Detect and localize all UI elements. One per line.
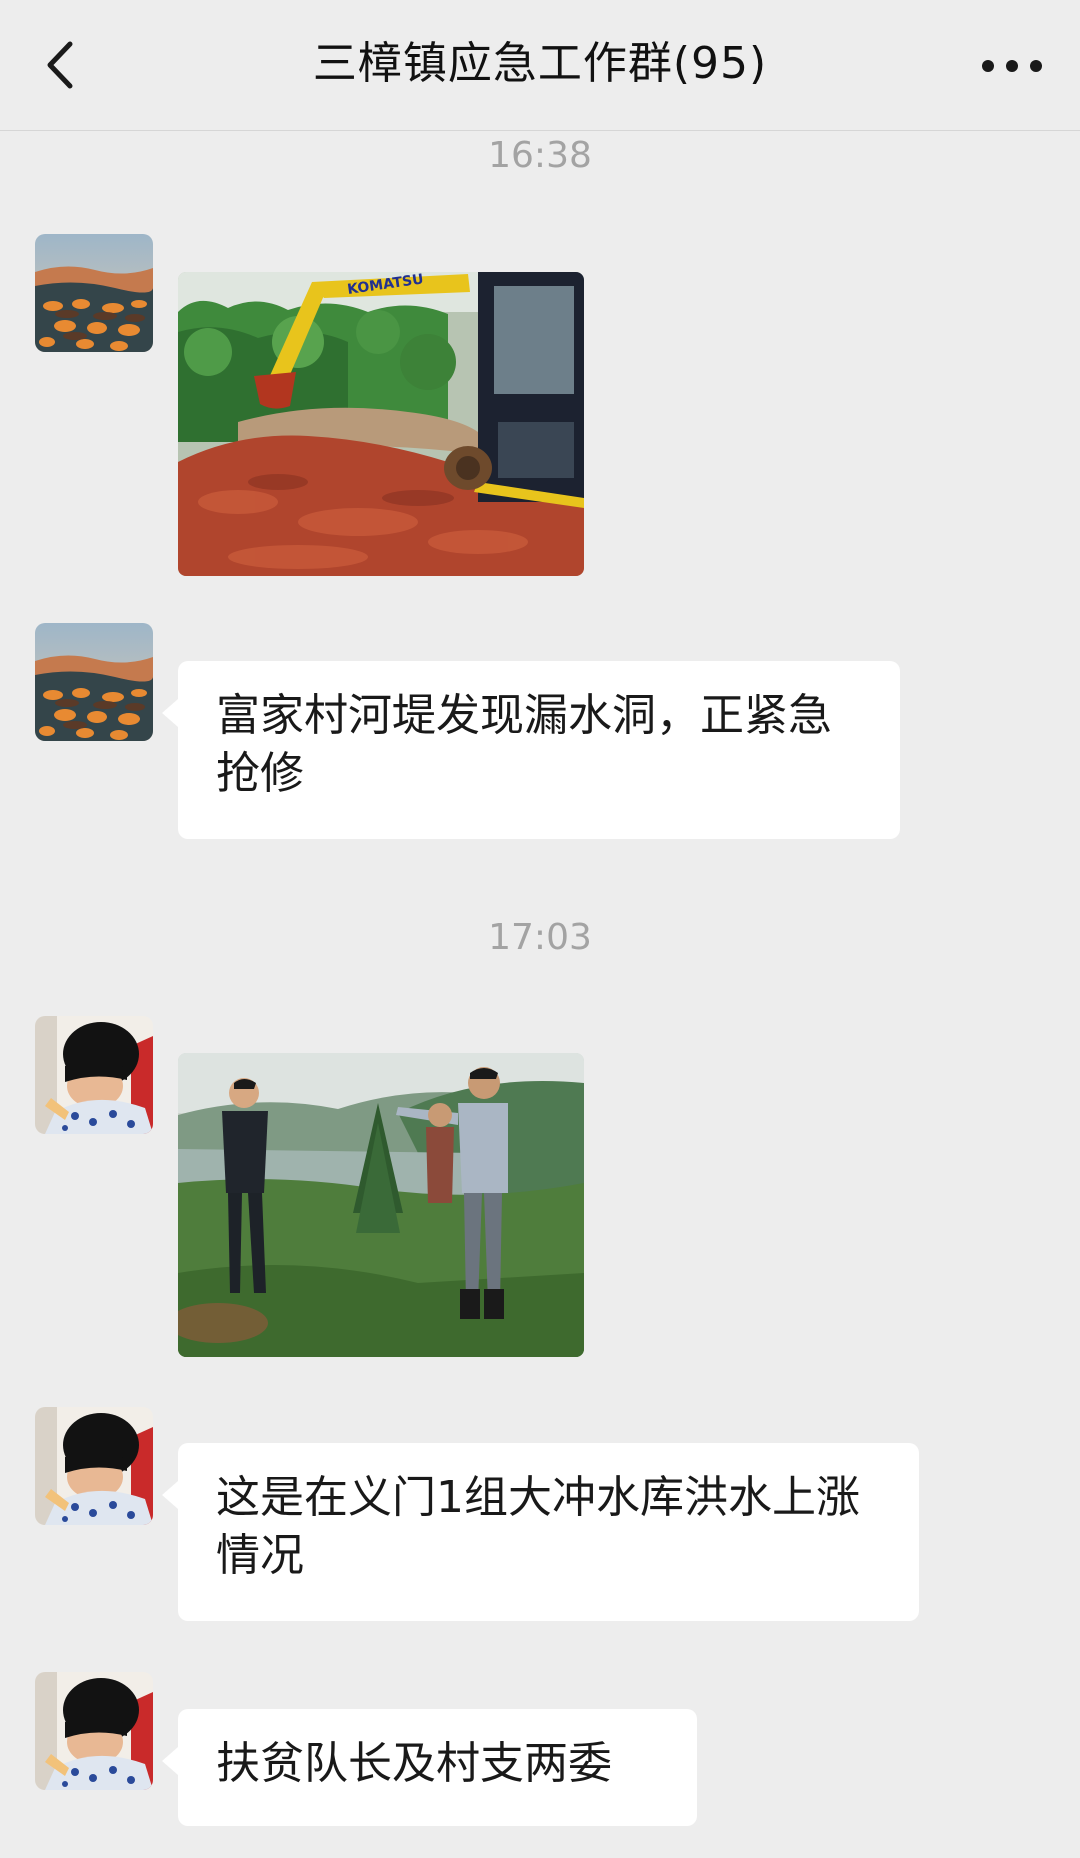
text-message-bubble[interactable]: 扶贫队长及村支两委 — [162, 1709, 697, 1826]
reservoir-inspection-photo — [178, 1053, 584, 1357]
child-avatar-image — [35, 1016, 153, 1134]
more-dots-icon — [982, 60, 1042, 72]
text-message-bubble[interactable]: 富家村河堤发现漏水洞，正紧急抢修 — [162, 661, 900, 839]
message-text: 扶贫队长及村支两委 — [216, 1738, 612, 1789]
sender-avatar[interactable] — [35, 234, 153, 352]
sender-avatar[interactable] — [35, 1016, 153, 1134]
excavator-photo: KOMATSU — [178, 272, 584, 576]
back-button[interactable] — [36, 30, 92, 100]
sender-avatar[interactable] — [35, 1407, 153, 1525]
image-message-excavator[interactable]: KOMATSU — [178, 272, 584, 576]
more-button[interactable] — [972, 36, 1052, 96]
chat-header: 三樟镇应急工作群(95) — [0, 0, 1080, 131]
child-avatar-image — [35, 1672, 153, 1790]
image-message-inspection[interactable] — [178, 1053, 584, 1357]
chat-title: 三樟镇应急工作群(95) — [312, 38, 768, 89]
landscape-avatar-image — [35, 234, 153, 352]
landscape-avatar-image — [35, 623, 153, 741]
sender-avatar[interactable] — [35, 623, 153, 741]
message-text: 这是在义门1组大冲水库洪水上涨情况 — [216, 1472, 860, 1581]
message-text: 富家村河堤发现漏水洞，正紧急抢修 — [216, 690, 832, 799]
chevron-left-icon — [47, 41, 73, 89]
text-message-bubble[interactable]: 这是在义门1组大冲水库洪水上涨情况 — [162, 1443, 919, 1621]
child-avatar-image — [35, 1407, 153, 1525]
timestamp: 16:38 — [488, 135, 592, 176]
timestamp: 17:03 — [488, 917, 592, 958]
sender-avatar[interactable] — [35, 1672, 153, 1790]
